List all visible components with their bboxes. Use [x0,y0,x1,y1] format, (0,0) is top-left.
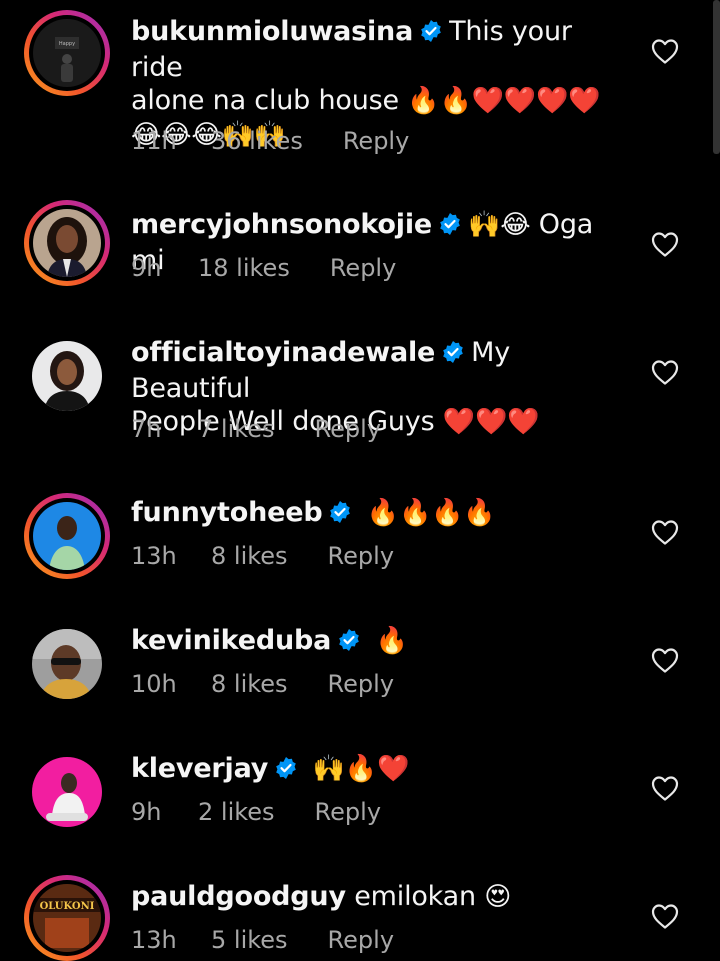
comment-likes[interactable]: 8 likes [211,542,288,570]
like-heart-icon[interactable] [650,902,680,930]
avatar[interactable] [32,341,102,411]
comment-username[interactable]: kleverjay [131,753,268,784]
poster-icon: OLUKONI [33,884,101,952]
comment-likes[interactable]: 2 likes [198,798,275,826]
avatar-frame[interactable] [24,333,110,419]
verified-badge-icon [441,339,465,372]
reply-button[interactable]: Reply [315,415,381,443]
like-heart-icon[interactable] [650,774,680,802]
verified-badge-icon [438,211,462,244]
comment-body: kevinikeduba 🔥 [131,624,631,660]
comment-body: pauldgoodguy emilokan 😍 [131,880,631,914]
emoji-group: 🙌🔥❤️ [312,754,410,784]
comment-username[interactable]: mercyjohnsonokojie [131,209,432,240]
story-ring[interactable] [24,493,110,579]
story-ring[interactable]: Happy [24,10,110,96]
reply-button[interactable]: Reply [343,127,409,155]
like-heart-icon[interactable] [650,230,680,258]
avatar-frame[interactable] [24,621,110,707]
verified-badge-icon [337,627,361,660]
emoji-group: ❤️❤️❤️ [442,407,540,437]
comment-likes[interactable]: 5 likes [211,926,288,954]
avatar[interactable]: Happy [33,19,101,87]
comment-username[interactable]: funnytoheeb [131,497,323,528]
comment-text: emilokan [354,881,476,912]
emoji-group: 🙌😂 [468,210,531,240]
man-portrait-icon [33,502,101,570]
verified-badge-icon [419,18,443,51]
emoji-group: 🔥🔥🔥🔥 [366,498,496,528]
like-heart-icon[interactable] [650,646,680,674]
like-heart-icon[interactable] [650,358,680,386]
avatar[interactable] [33,502,101,570]
comment-username[interactable]: officialtoyinadewale [131,337,435,368]
comment-likes[interactable]: 36 likes [211,127,303,155]
woman-portrait-icon [33,209,101,277]
reply-button[interactable]: Reply [328,542,394,570]
comment-time: 13h [131,542,177,570]
emoji-group: 🔥🔥❤️❤️❤️❤️ [407,86,601,116]
like-heart-icon[interactable] [650,518,680,546]
scrollbar[interactable] [713,0,720,154]
comment-meta: 13h 5 likes Reply [131,926,394,954]
comment-text: alone na club house [131,85,399,116]
avatar[interactable]: OLUKONI [33,884,101,952]
comment-meta: 13h 8 likes Reply [131,542,394,570]
comment-meta: 7h 7 likes Reply [131,415,381,443]
reply-button[interactable]: Reply [330,254,396,282]
comment-time: 9h [131,798,162,826]
comment-time: 11h [131,127,177,155]
comment-username[interactable]: kevinikeduba [131,625,331,656]
avatar-logo-text: OLUKONI [40,901,95,912]
avatar-frame[interactable] [24,749,110,835]
comment-body: funnytoheeb 🔥🔥🔥🔥 [131,496,631,532]
comment-username[interactable]: pauldgoodguy [131,881,346,912]
woman-portrait-icon [32,341,102,411]
comment-body: kleverjay 🙌🔥❤️ [131,752,631,788]
avatar[interactable] [32,757,102,827]
man-sunglasses-icon [32,629,102,699]
reply-button[interactable]: Reply [328,670,394,698]
comment-likes[interactable]: 18 likes [198,254,290,282]
comment-username[interactable]: bukunmioluwasina [131,16,413,47]
comment-time: 9h [131,254,162,282]
person-silhouette-icon: Happy [33,19,101,87]
avatar[interactable] [33,209,101,277]
comment-meta: 11h 36 likes Reply [131,127,409,155]
comment-time: 13h [131,926,177,954]
story-ring[interactable]: OLUKONI [24,875,110,961]
svg-text:Happy: Happy [59,41,75,47]
emoji-group: 🔥 [375,626,408,656]
comment-likes[interactable]: 7 likes [198,415,275,443]
comment-time: 7h [131,415,162,443]
reply-button[interactable]: Reply [315,798,381,826]
man-portrait-icon [32,757,102,827]
comment-meta: 9h 18 likes Reply [131,254,396,282]
verified-badge-icon [274,755,298,788]
comment-meta: 10h 8 likes Reply [131,670,394,698]
like-heart-icon[interactable] [650,37,680,65]
verified-badge-icon [328,499,352,532]
comment-time: 10h [131,670,177,698]
story-ring[interactable] [24,200,110,286]
comment-likes[interactable]: 8 likes [211,670,288,698]
reply-button[interactable]: Reply [328,926,394,954]
emoji-group: 😍 [484,882,512,912]
comment-meta: 9h 2 likes Reply [131,798,381,826]
avatar[interactable] [32,629,102,699]
